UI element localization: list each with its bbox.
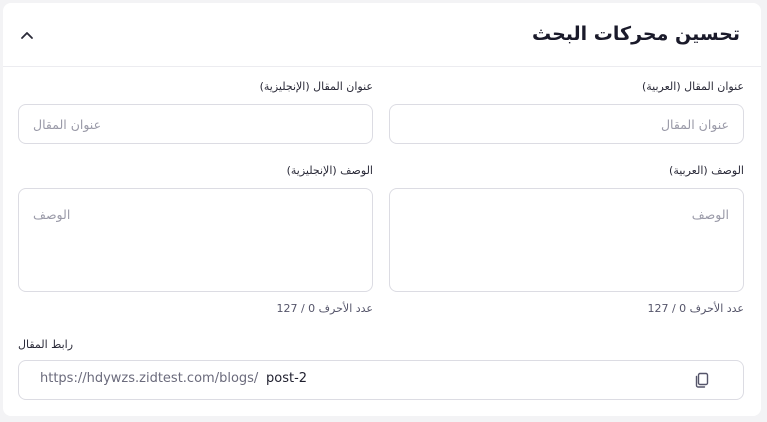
url-label: رابط المقال: [18, 338, 74, 351]
title-en-input[interactable]: عنوان المقال: [18, 104, 373, 144]
desc-en-counter: عدد الأحرف 0 / 127: [276, 302, 373, 315]
seo-card: تحسين محركات البحث عنوان المقال (العربية…: [3, 3, 761, 416]
title-ar-input[interactable]: عنوان المقال: [389, 104, 744, 144]
seo-card-header[interactable]: تحسين محركات البحث: [3, 3, 761, 67]
url-prefix: https://hdywzs.zidtest.com/blogs/: [40, 371, 259, 386]
url-field[interactable]: https://hdywzs.zidtest.com/blogs/ post-2: [18, 360, 744, 400]
title-ar-label: عنوان المقال (العربية): [641, 80, 744, 93]
chevron-up-icon[interactable]: [17, 25, 37, 45]
copy-icon[interactable]: [693, 371, 711, 389]
desc-ar-label: الوصف (العربية): [669, 164, 744, 177]
desc-en-textarea[interactable]: الوصف: [18, 188, 373, 292]
desc-en-placeholder: الوصف: [33, 207, 71, 222]
desc-ar-counter: عدد الأحرف 0 / 127: [647, 302, 744, 315]
url-slug[interactable]: post-2: [266, 371, 307, 386]
desc-ar-textarea[interactable]: الوصف: [389, 188, 744, 292]
desc-en-label: الوصف (الإنجليزية): [286, 164, 373, 177]
title-ar-placeholder: عنوان المقال: [660, 117, 729, 132]
section-title: تحسين محركات البحث: [531, 23, 740, 45]
desc-ar-placeholder: الوصف: [691, 207, 729, 222]
title-en-label: عنوان المقال (الإنجليزية): [259, 80, 373, 93]
title-en-placeholder: عنوان المقال: [33, 117, 102, 132]
